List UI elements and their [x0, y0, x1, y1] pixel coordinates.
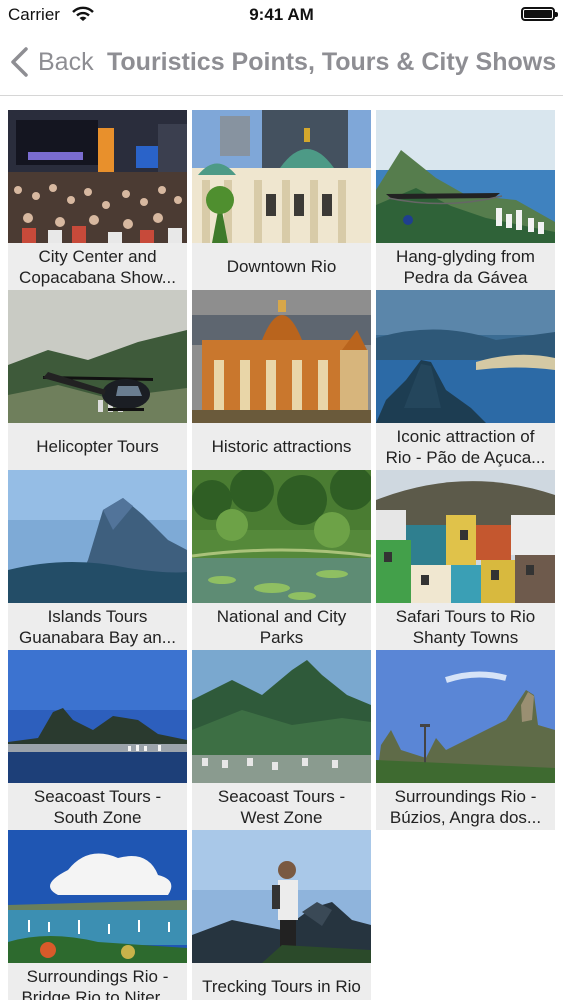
- tour-thumbnail: [8, 830, 187, 963]
- tour-label: National and City Parks: [216, 606, 347, 647]
- tour-label: Safari Tours to Rio Shanty Towns: [395, 606, 536, 647]
- tour-thumbnail: [192, 650, 371, 783]
- tour-thumbnail: [376, 650, 555, 783]
- tour-tile[interactable]: Seacoast Tours - West Zone: [192, 650, 371, 830]
- tour-thumbnail: [192, 110, 371, 243]
- tour-thumbnail: [8, 110, 187, 243]
- tour-caption: Surroundings Rio - Bridge Rio to Niter...: [8, 963, 187, 1000]
- tour-tile[interactable]: Safari Tours to Rio Shanty Towns: [376, 470, 555, 650]
- navigation-bar: Back Touristics Points, Tours & City Sho…: [0, 30, 563, 96]
- tour-thumbnail: [8, 650, 187, 783]
- back-label: Back: [38, 47, 94, 76]
- tour-tile[interactable]: Historic attractions: [192, 290, 371, 470]
- tour-thumbnail: [376, 110, 555, 243]
- tour-thumbnail: [192, 290, 371, 423]
- tour-tile[interactable]: Trecking Tours in Rio: [192, 830, 371, 1000]
- tour-thumbnail: [376, 470, 555, 603]
- tour-caption: Seacoast Tours - West Zone: [192, 783, 371, 830]
- chevron-left-icon: [11, 47, 28, 77]
- tour-label: Iconic attraction of Rio - Pão de Açuca..…: [385, 426, 546, 467]
- tour-label: Surroundings Rio - Búzios, Angra dos...: [389, 786, 542, 827]
- tour-tile[interactable]: Islands Tours Guanabara Bay an...: [8, 470, 187, 650]
- tour-thumbnail: [8, 470, 187, 603]
- tour-caption: Trecking Tours in Rio: [192, 963, 371, 1000]
- page-title: Touristics Points, Tours & City Shows: [107, 48, 557, 76]
- tour-tile[interactable]: Surroundings Rio - Búzios, Angra dos...: [376, 650, 555, 830]
- tour-caption: Surroundings Rio - Búzios, Angra dos...: [376, 783, 555, 830]
- tour-tile[interactable]: Hang-glyding from Pedra da Gávea: [376, 110, 555, 290]
- tour-caption: Seacoast Tours - South Zone: [8, 783, 187, 830]
- tour-label: Islands Tours Guanabara Bay an...: [19, 606, 176, 647]
- tour-tile[interactable]: City Center and Copacabana Show...: [8, 110, 187, 290]
- battery-icon: [521, 7, 558, 21]
- tour-tile[interactable]: Seacoast Tours - South Zone: [8, 650, 187, 830]
- tour-label: Trecking Tours in Rio: [202, 977, 361, 996]
- tour-label: Downtown Rio: [226, 257, 337, 276]
- tour-tile[interactable]: Helicopter Tours: [8, 290, 187, 470]
- tour-caption: Helicopter Tours: [8, 423, 187, 470]
- tour-tile[interactable]: Iconic attraction of Rio - Pão de Açuca..…: [376, 290, 555, 470]
- tour-label: Helicopter Tours: [36, 437, 159, 456]
- tour-caption: Hang-glyding from Pedra da Gávea: [376, 243, 555, 290]
- tour-grid: City Center and Copacabana Show... Downtow…: [8, 110, 558, 1000]
- status-bar: Carrier 9:41 AM: [0, 0, 563, 30]
- tour-tile[interactable]: National and City Parks: [192, 470, 371, 650]
- tour-label: Surroundings Rio - Bridge Rio to Niter...: [21, 966, 174, 1000]
- tour-thumbnail: [192, 470, 371, 603]
- back-button[interactable]: Back: [8, 44, 94, 80]
- tour-caption: National and City Parks: [192, 603, 371, 650]
- tour-label: City Center and Copacabana Show...: [19, 246, 176, 287]
- tour-thumbnail: [376, 290, 555, 423]
- tour-tile[interactable]: Downtown Rio: [192, 110, 371, 290]
- tour-caption: Iconic attraction of Rio - Pão de Açuca..…: [376, 423, 555, 470]
- tour-caption: Safari Tours to Rio Shanty Towns: [376, 603, 555, 650]
- tour-caption: Islands Tours Guanabara Bay an...: [8, 603, 187, 650]
- tour-thumbnail: [192, 830, 371, 963]
- tour-label: Seacoast Tours - West Zone: [217, 786, 346, 827]
- tour-label: Seacoast Tours - South Zone: [33, 786, 162, 827]
- tour-label: Hang-glyding from Pedra da Gávea: [396, 246, 535, 287]
- tour-caption: Historic attractions: [192, 423, 371, 470]
- tour-caption: Downtown Rio: [192, 243, 371, 290]
- status-time: 9:41 AM: [249, 5, 314, 24]
- tour-caption: City Center and Copacabana Show...: [8, 243, 187, 290]
- tour-label: Historic attractions: [211, 437, 352, 456]
- tour-tile[interactable]: Surroundings Rio - Bridge Rio to Niter...: [8, 830, 187, 1000]
- tour-thumbnail: [8, 290, 187, 423]
